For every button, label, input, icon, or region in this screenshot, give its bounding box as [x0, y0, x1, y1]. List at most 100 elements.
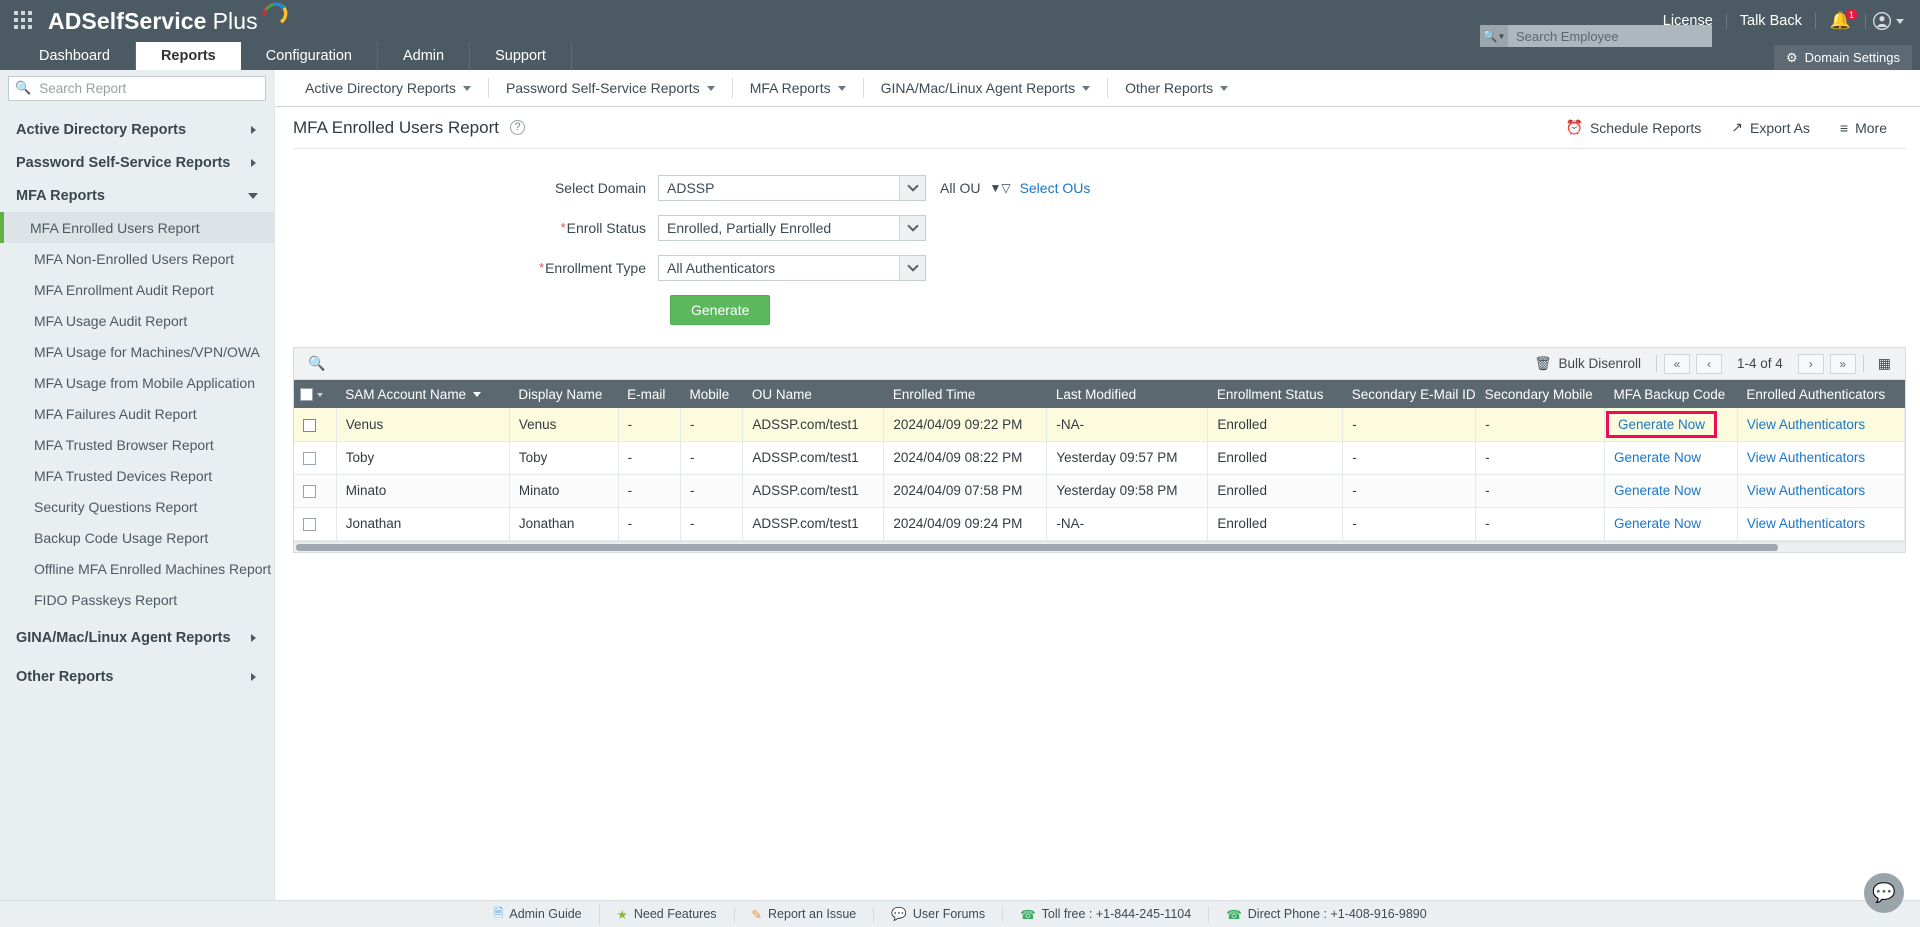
column-settings-icon[interactable]: ▦ — [1868, 355, 1899, 372]
row-checkbox[interactable] — [303, 517, 316, 531]
row-checkbox[interactable] — [303, 451, 316, 465]
row-select-cell[interactable] — [294, 408, 337, 442]
subnav-mfa-reports[interactable]: MFA Reports — [733, 78, 864, 98]
sidebar-item-security-questions-report[interactable]: Security Questions Report — [0, 491, 274, 522]
column-header-secondary-email-id[interactable]: Secondary E-Mail ID — [1342, 380, 1476, 408]
view-authenticators-link[interactable]: View Authenticators — [1747, 417, 1865, 432]
chat-bubble-icon[interactable]: 💬 — [1864, 873, 1904, 913]
sidebar-item-mfa-usage-from-mobile-application[interactable]: MFA Usage from Mobile Application — [0, 367, 274, 398]
tab-dashboard[interactable]: Dashboard — [14, 42, 136, 70]
tab-admin[interactable]: Admin — [378, 42, 471, 70]
enroll-status-dropdown[interactable]: Enrolled, Partially Enrolled — [658, 215, 926, 241]
column-header-last-modified[interactable]: Last Modified — [1046, 380, 1208, 408]
bulk-disenroll-button[interactable]: 🗑 Bulk Disenroll — [1523, 356, 1652, 372]
generate-now-link[interactable]: Generate Now — [1614, 450, 1701, 465]
row-checkbox[interactable] — [303, 484, 316, 498]
cell-mfa-backup-code[interactable]: Generate Now — [1604, 441, 1738, 475]
talk-back-link[interactable]: Talk Back — [1727, 13, 1815, 29]
search-report-box[interactable]: 🔍 — [8, 75, 266, 101]
table-row[interactable]: Minato Minato - - ADSSP.com/test1 2024/0… — [294, 474, 1906, 508]
generate-button[interactable]: Generate — [670, 295, 771, 325]
first-page-button[interactable]: « — [1663, 353, 1690, 374]
footer-user-forums[interactable]: 💬 User Forums — [874, 906, 1004, 922]
column-header-secondary-mobile[interactable]: Secondary Mobile — [1475, 380, 1605, 408]
column-header-enrolled-time[interactable]: Enrolled Time — [883, 380, 1047, 408]
footer-direct-phone[interactable]: ☎ Direct Phone : +1-408-916-9890 — [1209, 907, 1444, 922]
sidebar-item-mfa-usage-audit-report[interactable]: MFA Usage Audit Report — [0, 305, 274, 336]
cell-mfa-backup-code[interactable]: Generate Now — [1604, 507, 1738, 541]
sidebar-group-mfa-reports[interactable]: MFA Reports — [0, 179, 274, 212]
generate-now-link[interactable]: Generate Now — [1614, 483, 1701, 498]
footer-toll-free[interactable]: ☎ Toll free : +1-844-245-1104 — [1003, 906, 1210, 922]
sidebar-item-mfa-enrolled-users-report[interactable]: MFA Enrolled Users Report — [0, 212, 274, 243]
search-employee-box[interactable]: 🔍 ▼ — [1480, 25, 1712, 47]
sidebar-item-mfa-non-enrolled-users-report[interactable]: MFA Non-Enrolled Users Report — [0, 243, 274, 274]
column-header-ou-name[interactable]: OU Name — [742, 380, 884, 408]
table-row[interactable]: Toby Toby - - ADSSP.com/test1 2024/04/09… — [294, 441, 1906, 475]
select-domain-dropdown[interactable]: ADSSP — [658, 175, 926, 201]
row-select-cell[interactable] — [294, 507, 337, 541]
sidebar-group-password-self-service-reports[interactable]: Password Self-Service Reports — [0, 146, 274, 179]
column-header-display-name[interactable]: Display Name — [509, 380, 619, 408]
question-mark-icon[interactable]: ? — [509, 120, 525, 135]
sidebar-item-mfa-usage-for-machines-vpn-owa[interactable]: MFA Usage for Machines/VPN/OWA — [0, 336, 274, 367]
enrollment-type-dropdown[interactable]: All Authenticators — [658, 255, 926, 281]
chevron-down-icon[interactable] — [317, 392, 323, 397]
table-horizontal-scrollbar[interactable] — [294, 540, 1905, 552]
column-header-enrolled-authenticators[interactable]: Enrolled Authenticators — [1737, 380, 1905, 408]
subnav-other-reports[interactable]: Other Reports — [1108, 78, 1245, 98]
sidebar-item-backup-code-usage-report[interactable]: Backup Code Usage Report — [0, 522, 274, 553]
row-checkbox[interactable] — [303, 418, 316, 432]
generate-now-link[interactable]: Generate Now — [1614, 516, 1701, 531]
cell-enrolled-authenticators[interactable]: View Authenticators — [1737, 408, 1906, 442]
sidebar-item-mfa-trusted-devices-report[interactable]: MFA Trusted Devices Report — [0, 460, 274, 491]
column-header-mobile[interactable]: Mobile — [680, 380, 743, 408]
last-page-button[interactable]: » — [1829, 353, 1856, 374]
cell-mfa-backup-code[interactable]: Generate Now — [1604, 408, 1738, 442]
search-icon[interactable]: 🔍 ▼ — [1480, 25, 1508, 47]
row-select-cell[interactable] — [294, 474, 337, 508]
tab-reports[interactable]: Reports — [135, 42, 241, 70]
view-authenticators-link[interactable]: View Authenticators — [1747, 450, 1865, 465]
next-page-button[interactable]: › — [1797, 353, 1824, 374]
domain-settings-button[interactable]: ⚙ Domain Settings — [1773, 45, 1912, 70]
footer-need-features[interactable]: ★ Need Features — [600, 906, 735, 922]
export-as-button[interactable]: ↗ Export As — [1716, 119, 1825, 136]
sidebar-item-mfa-failures-audit-report[interactable]: MFA Failures Audit Report — [0, 398, 274, 429]
column-header-enrollment-status[interactable]: Enrollment Status — [1207, 380, 1343, 408]
table-row[interactable]: Jonathan Jonathan - - ADSSP.com/test1 20… — [294, 507, 1906, 541]
view-authenticators-link[interactable]: View Authenticators — [1747, 516, 1865, 531]
tab-configuration[interactable]: Configuration — [241, 42, 378, 70]
sidebar-group-gina-mac-linux-agent-reports[interactable]: GINA/Mac/Linux Agent Reports — [0, 621, 274, 654]
footer-admin-guide[interactable]: 🗎 Admin Guide — [476, 903, 600, 925]
sidebar-item-mfa-trusted-browser-report[interactable]: MFA Trusted Browser Report — [0, 429, 274, 460]
search-employee-input[interactable] — [1508, 27, 1712, 45]
notifications-button[interactable]: 🔔 1 — [1816, 8, 1865, 30]
schedule-reports-button[interactable]: ⏰ Schedule Reports — [1551, 119, 1717, 136]
sidebar-item-offline-mfa-enrolled-machines-report[interactable]: Offline MFA Enrolled Machines Report — [0, 553, 274, 584]
search-report-input[interactable] — [37, 79, 259, 97]
row-select-cell[interactable] — [294, 441, 337, 475]
select-all-header[interactable] — [294, 380, 337, 408]
funnel-icon[interactable]: ▼▽ — [989, 181, 1010, 195]
sidebar-group-active-directory-reports[interactable]: Active Directory Reports — [0, 113, 274, 146]
sidebar-item-mfa-enrollment-audit-report[interactable]: MFA Enrollment Audit Report — [0, 274, 274, 305]
apps-grid-icon[interactable] — [14, 11, 34, 31]
view-authenticators-link[interactable]: View Authenticators — [1747, 483, 1865, 498]
column-header-email[interactable]: E-mail — [618, 380, 681, 408]
column-header-sam-account-name[interactable]: SAM Account Name — [336, 380, 510, 408]
search-icon[interactable]: 🔍 — [300, 355, 333, 372]
sidebar-group-other-reports[interactable]: Other Reports — [0, 660, 274, 693]
tab-support[interactable]: Support — [470, 42, 572, 70]
column-header-mfa-backup-code[interactable]: MFA Backup Code — [1604, 380, 1738, 408]
table-row[interactable]: Venus Venus - - ADSSP.com/test1 2024/04/… — [294, 408, 1906, 442]
more-button[interactable]: ≡ More — [1825, 120, 1902, 136]
cell-enrolled-authenticators[interactable]: View Authenticators — [1737, 474, 1906, 508]
cell-enrolled-authenticators[interactable]: View Authenticators — [1737, 441, 1906, 475]
sidebar-item-fido-passkeys-report[interactable]: FIDO Passkeys Report — [0, 584, 274, 615]
subnav-active-directory-reports[interactable]: Active Directory Reports — [288, 78, 489, 98]
subnav-password-self-service-reports[interactable]: Password Self-Service Reports — [489, 78, 733, 98]
generate-now-link[interactable]: Generate Now — [1605, 410, 1718, 438]
user-menu-button[interactable] — [1866, 11, 1908, 31]
select-ous-link[interactable]: Select OUs — [1020, 180, 1091, 196]
